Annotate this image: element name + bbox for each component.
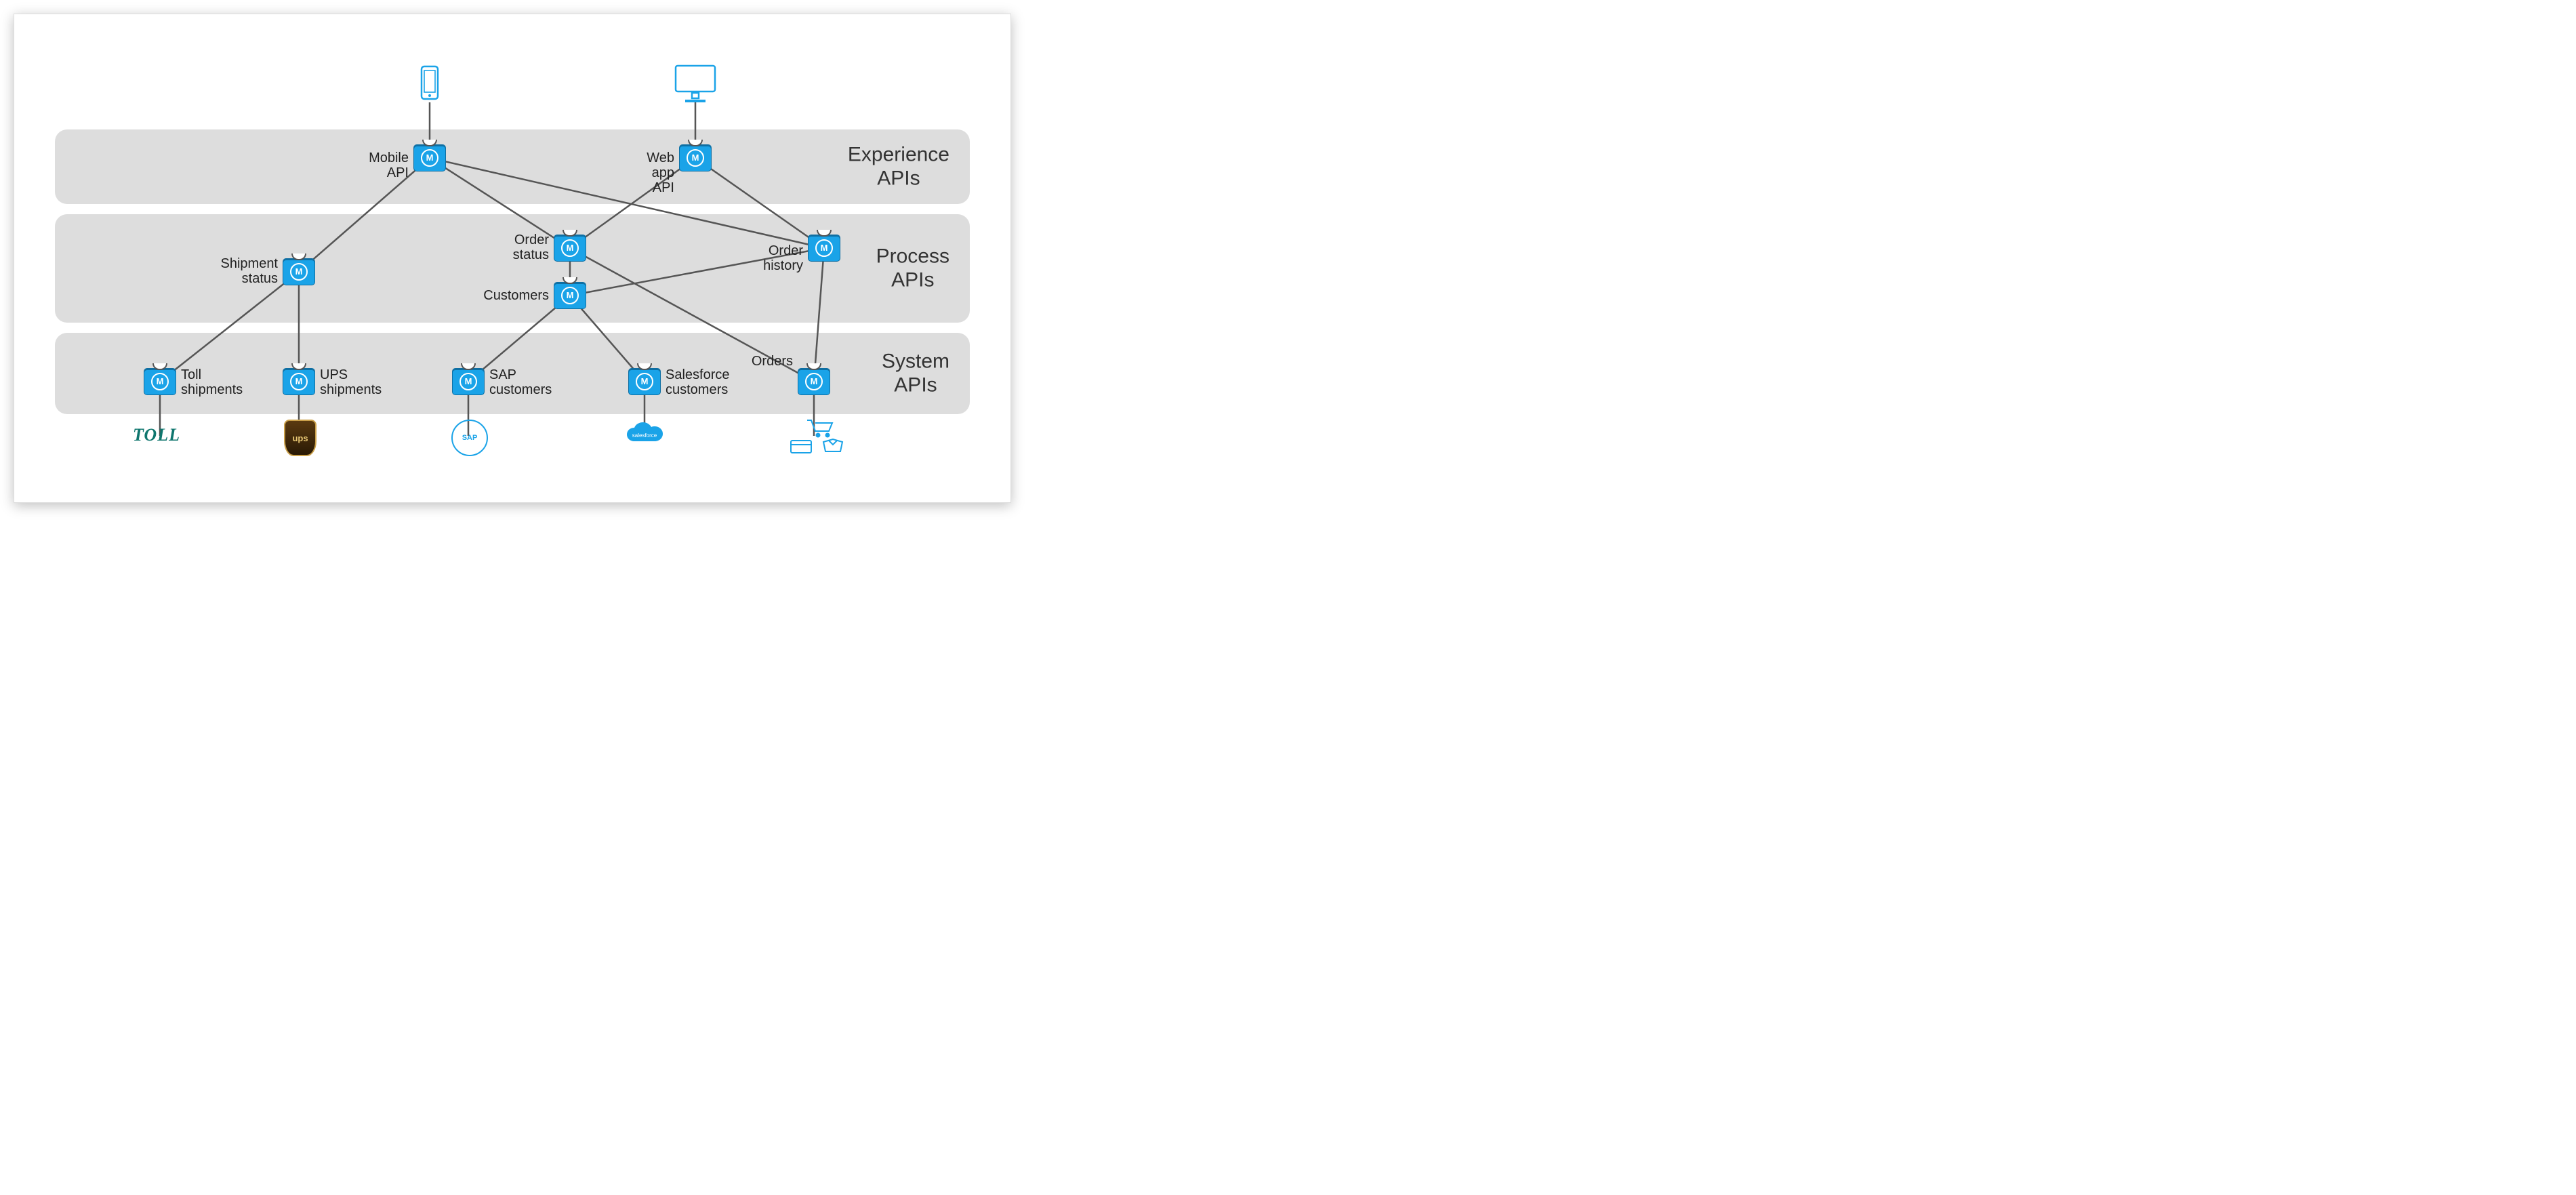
process-layer-band: Process APIs <box>55 214 970 323</box>
sap-customers-label: SAP customers <box>489 367 552 397</box>
web-api-node: Web app API <box>680 145 711 171</box>
mulesoft-icon <box>809 235 840 261</box>
mulesoft-icon <box>554 235 586 261</box>
sap-customers-node: SAP customers <box>453 369 484 394</box>
mulesoft-icon <box>629 369 660 394</box>
mulesoft-icon <box>283 369 314 394</box>
mobile-api-node: Mobile API <box>414 145 445 171</box>
toll-shipments-node: Toll shipments <box>144 369 176 394</box>
orders-api-node: Orders <box>798 369 830 394</box>
salesforce-customers-node: Salesforce customers <box>629 369 660 394</box>
experience-layer-label: Experience APIs <box>848 144 949 190</box>
salesforce-cloud-icon: salesforce <box>624 421 665 453</box>
mulesoft-icon <box>798 369 830 394</box>
ups-shipments-label: UPS shipments <box>320 367 382 397</box>
shipment-status-node: Shipment status <box>283 259 314 285</box>
process-layer-label: Process APIs <box>876 245 949 292</box>
web-api-label: Web app API <box>647 150 674 195</box>
toll-logo-icon: TOLL <box>133 425 180 445</box>
system-layer-label: System APIs <box>882 350 949 397</box>
order-status-node: Order status <box>554 235 586 261</box>
customers-node: Customers <box>554 283 586 308</box>
orders-api-label: Orders <box>752 354 793 369</box>
desktop-monitor-icon <box>672 63 719 110</box>
mulesoft-icon <box>680 145 711 171</box>
order-history-node: Order history <box>809 235 840 261</box>
mulesoft-icon <box>414 145 445 171</box>
mulesoft-icon <box>554 283 586 308</box>
orders-commerce-icon <box>787 418 848 458</box>
api-led-diagram: Experience APIs Process APIs System APIs… <box>14 14 1011 503</box>
ups-logo-icon: ups <box>284 420 316 456</box>
mobile-device-icon <box>416 65 443 110</box>
svg-text:salesforce: salesforce <box>632 432 657 439</box>
salesforce-customers-label: Salesforce customers <box>666 367 730 397</box>
shipment-status-label: Shipment status <box>221 256 279 286</box>
mulesoft-icon <box>144 369 176 394</box>
sap-logo-icon: SAP <box>451 420 488 456</box>
order-history-label: Order history <box>763 243 803 273</box>
toll-shipments-label: Toll shipments <box>181 367 243 397</box>
ups-shipments-node: UPS shipments <box>283 369 314 394</box>
mobile-api-label: Mobile API <box>369 150 409 180</box>
experience-layer-band: Experience APIs <box>55 129 970 204</box>
customers-label: Customers <box>483 288 549 303</box>
mulesoft-icon <box>453 369 484 394</box>
mulesoft-icon <box>283 259 314 285</box>
order-status-label: Order status <box>513 232 549 262</box>
